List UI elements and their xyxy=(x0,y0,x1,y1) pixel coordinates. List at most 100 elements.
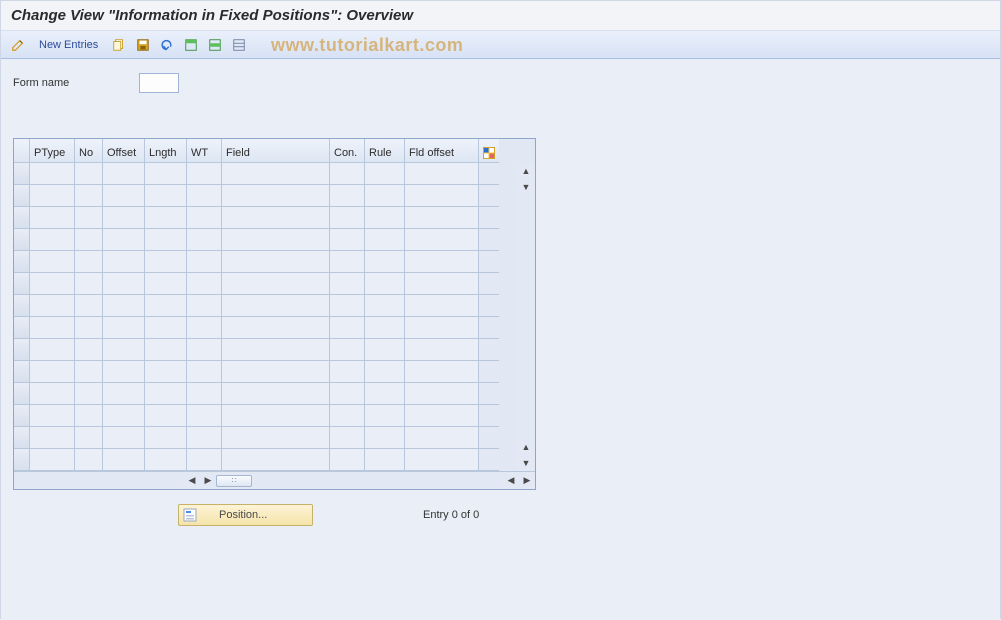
cell[interactable] xyxy=(145,295,187,317)
cell[interactable] xyxy=(222,361,330,383)
save-icon[interactable] xyxy=(134,36,152,54)
scroll-up-bottom-arrow-icon[interactable]: ▲ xyxy=(519,440,533,454)
cell[interactable] xyxy=(75,427,103,449)
cell[interactable] xyxy=(330,185,365,207)
toggle-edit-icon[interactable] xyxy=(9,36,27,54)
cell[interactable] xyxy=(365,185,405,207)
row-selector[interactable] xyxy=(14,207,30,229)
cell[interactable] xyxy=(103,405,145,427)
cell[interactable] xyxy=(187,449,222,471)
cell[interactable] xyxy=(222,163,330,185)
cell[interactable] xyxy=(405,317,479,339)
row-selector[interactable] xyxy=(14,405,30,427)
cell[interactable] xyxy=(30,295,75,317)
cell[interactable] xyxy=(145,405,187,427)
cell[interactable] xyxy=(365,207,405,229)
cell[interactable] xyxy=(365,273,405,295)
cell[interactable] xyxy=(187,251,222,273)
cell[interactable] xyxy=(222,427,330,449)
row-selector[interactable] xyxy=(14,449,30,471)
cell[interactable] xyxy=(405,207,479,229)
hscroll-right-end-icon[interactable]: ▶ xyxy=(520,474,534,488)
cell[interactable] xyxy=(75,295,103,317)
cell[interactable] xyxy=(103,339,145,361)
cell[interactable] xyxy=(103,229,145,251)
cell[interactable] xyxy=(30,361,75,383)
cell[interactable] xyxy=(405,449,479,471)
cell[interactable] xyxy=(145,251,187,273)
cell[interactable] xyxy=(365,427,405,449)
cell[interactable] xyxy=(30,317,75,339)
cell[interactable] xyxy=(103,185,145,207)
cell[interactable] xyxy=(222,185,330,207)
cell[interactable] xyxy=(145,383,187,405)
form-name-input[interactable] xyxy=(139,73,179,93)
cell[interactable] xyxy=(103,383,145,405)
cell[interactable] xyxy=(75,449,103,471)
cell[interactable] xyxy=(187,405,222,427)
cell[interactable] xyxy=(187,295,222,317)
col-header-wt[interactable]: WT xyxy=(187,139,222,163)
cell[interactable] xyxy=(187,273,222,295)
cell[interactable] xyxy=(365,295,405,317)
cell[interactable] xyxy=(30,449,75,471)
scroll-down-bottom-arrow-icon[interactable]: ▼ xyxy=(519,456,533,470)
row-selector[interactable] xyxy=(14,383,30,405)
cell[interactable] xyxy=(365,449,405,471)
cell[interactable] xyxy=(145,361,187,383)
cell[interactable] xyxy=(330,317,365,339)
cell[interactable] xyxy=(405,339,479,361)
table-settings-button[interactable] xyxy=(479,139,499,163)
cell[interactable] xyxy=(222,207,330,229)
cell[interactable] xyxy=(222,449,330,471)
hscroll-left-end-icon[interactable]: ◀ xyxy=(504,474,518,488)
row-selector[interactable] xyxy=(14,185,30,207)
cell[interactable] xyxy=(30,185,75,207)
cell[interactable] xyxy=(330,295,365,317)
vertical-scrollbar[interactable]: ▲ ▼ ▲ ▼ xyxy=(518,163,534,471)
cell[interactable] xyxy=(222,405,330,427)
hscroll-thumb[interactable]: ∷ xyxy=(216,475,252,487)
col-header-fld-offset[interactable]: Fld offset xyxy=(405,139,479,163)
cell[interactable] xyxy=(145,339,187,361)
hscroll-right-icon[interactable]: ▶ xyxy=(201,474,215,488)
cell[interactable] xyxy=(365,339,405,361)
col-header-no[interactable]: No xyxy=(75,139,103,163)
cell[interactable] xyxy=(103,317,145,339)
cell[interactable] xyxy=(30,339,75,361)
cell[interactable] xyxy=(103,361,145,383)
cell[interactable] xyxy=(330,427,365,449)
col-header-con[interactable]: Con. xyxy=(330,139,365,163)
row-selector[interactable] xyxy=(14,317,30,339)
cell[interactable] xyxy=(405,427,479,449)
cell[interactable] xyxy=(330,339,365,361)
cell[interactable] xyxy=(30,229,75,251)
cell[interactable] xyxy=(330,383,365,405)
row-selector[interactable] xyxy=(14,251,30,273)
new-entries-button[interactable]: New Entries xyxy=(33,37,104,53)
cell[interactable] xyxy=(405,229,479,251)
cell[interactable] xyxy=(103,427,145,449)
cell[interactable] xyxy=(330,163,365,185)
cell[interactable] xyxy=(103,273,145,295)
cell[interactable] xyxy=(103,251,145,273)
select-block-icon[interactable] xyxy=(206,36,224,54)
cell[interactable] xyxy=(330,273,365,295)
cell[interactable] xyxy=(405,361,479,383)
copy-icon[interactable] xyxy=(110,36,128,54)
cell[interactable] xyxy=(222,229,330,251)
cell[interactable] xyxy=(330,229,365,251)
col-header-rule[interactable]: Rule xyxy=(365,139,405,163)
cell[interactable] xyxy=(75,361,103,383)
cell[interactable] xyxy=(30,427,75,449)
cell[interactable] xyxy=(187,427,222,449)
cell[interactable] xyxy=(405,295,479,317)
cell[interactable] xyxy=(75,383,103,405)
cell[interactable] xyxy=(30,251,75,273)
cell[interactable] xyxy=(187,339,222,361)
cell[interactable] xyxy=(145,163,187,185)
cell[interactable] xyxy=(30,405,75,427)
cell[interactable] xyxy=(405,163,479,185)
cell[interactable] xyxy=(405,383,479,405)
cell[interactable] xyxy=(330,361,365,383)
